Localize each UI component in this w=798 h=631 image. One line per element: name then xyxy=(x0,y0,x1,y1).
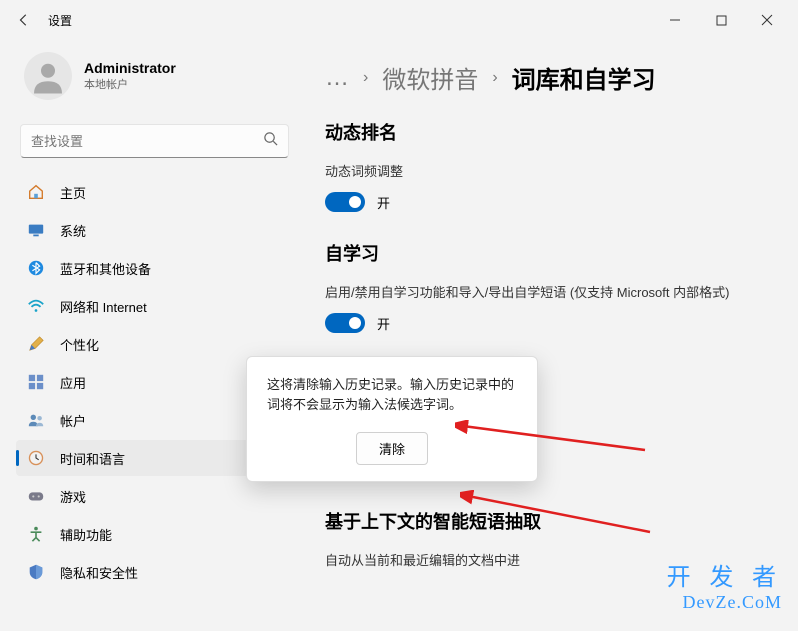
maximize-button[interactable] xyxy=(698,4,744,36)
nav-privacy[interactable]: 隐私和安全性 xyxy=(16,554,293,590)
selflearn-toggle[interactable] xyxy=(325,313,365,333)
chevron-right-icon: › xyxy=(363,69,368,87)
sidebar: Administrator 本地帐户 主页 系统 蓝牙和其他设备 网络和 Int… xyxy=(0,40,305,631)
gaming-icon xyxy=(26,486,46,506)
nav-gaming[interactable]: 游戏 xyxy=(16,478,293,514)
section-context-sub: 自动从当前和最近编辑的文档中进 xyxy=(325,550,766,569)
window-title: 设置 xyxy=(48,12,72,29)
accessibility-icon xyxy=(26,524,46,544)
home-icon xyxy=(26,182,46,202)
nav-label: 帐户 xyxy=(60,411,86,430)
nav-label: 网络和 Internet xyxy=(60,297,147,316)
search-box[interactable] xyxy=(20,124,289,158)
back-button[interactable] xyxy=(8,4,40,36)
close-button[interactable] xyxy=(744,4,790,36)
nav-label: 系统 xyxy=(60,221,86,240)
minimize-button[interactable] xyxy=(652,4,698,36)
section-selflearn-title: 自学习 xyxy=(325,240,766,266)
nav-label: 蓝牙和其他设备 xyxy=(60,259,151,278)
chevron-right-icon: › xyxy=(492,69,497,87)
system-icon xyxy=(26,220,46,240)
section-dynrank-title: 动态排名 xyxy=(325,119,766,145)
nav-label: 个性化 xyxy=(60,335,99,354)
nav-label: 辅助功能 xyxy=(60,525,112,544)
search-icon xyxy=(263,131,278,151)
selflearn-toggle-label: 开 xyxy=(377,314,390,333)
user-sub: 本地帐户 xyxy=(84,76,176,92)
breadcrumb-current: 词库和自学习 xyxy=(512,60,656,95)
avatar xyxy=(24,52,72,100)
dialog-confirm-button[interactable]: 清除 xyxy=(356,432,428,465)
shield-icon xyxy=(26,562,46,582)
dialog-text: 这将清除输入历史记录。输入历史记录中的词将不会显示为输入法候选字词。 xyxy=(267,375,517,414)
accounts-icon xyxy=(26,410,46,430)
user-name: Administrator xyxy=(84,60,176,76)
breadcrumb: … › 微软拼音 › 词库和自学习 xyxy=(325,60,766,95)
confirm-dialog: 这将清除输入历史记录。输入历史记录中的词将不会显示为输入法候选字词。 清除 xyxy=(246,356,538,482)
nav-label: 隐私和安全性 xyxy=(60,563,138,582)
section-dynrank-sub: 动态词频调整 xyxy=(325,161,766,180)
nav-label: 主页 xyxy=(60,183,86,202)
nav-home[interactable]: 主页 xyxy=(16,174,293,210)
nav-label: 游戏 xyxy=(60,487,86,506)
paint-icon xyxy=(26,334,46,354)
section-selflearn-sub: 启用/禁用自学习功能和导入/导出自学短语 (仅支持 Microsoft 内部格式… xyxy=(325,282,766,301)
wifi-icon xyxy=(26,296,46,316)
dynrank-toggle[interactable] xyxy=(325,192,365,212)
clock-icon xyxy=(26,448,46,468)
main-content: … › 微软拼音 › 词库和自学习 动态排名 动态词频调整 开 自学习 启用/禁… xyxy=(305,40,798,631)
bluetooth-icon xyxy=(26,258,46,278)
breadcrumb-prev[interactable]: 微软拼音 xyxy=(382,60,478,95)
section-context-title: 基于上下文的智能短语抽取 xyxy=(325,508,766,534)
search-input[interactable] xyxy=(31,134,263,149)
nav-bluetooth[interactable]: 蓝牙和其他设备 xyxy=(16,250,293,286)
breadcrumb-dots[interactable]: … xyxy=(325,64,349,92)
titlebar: 设置 xyxy=(0,0,798,40)
nav-label: 应用 xyxy=(60,373,86,392)
nav-network[interactable]: 网络和 Internet xyxy=(16,288,293,324)
nav-accessibility[interactable]: 辅助功能 xyxy=(16,516,293,552)
dynrank-toggle-label: 开 xyxy=(377,193,390,212)
user-profile[interactable]: Administrator 本地帐户 xyxy=(16,40,293,120)
apps-icon xyxy=(26,372,46,392)
nav-label: 时间和语言 xyxy=(60,449,125,468)
nav-system[interactable]: 系统 xyxy=(16,212,293,248)
